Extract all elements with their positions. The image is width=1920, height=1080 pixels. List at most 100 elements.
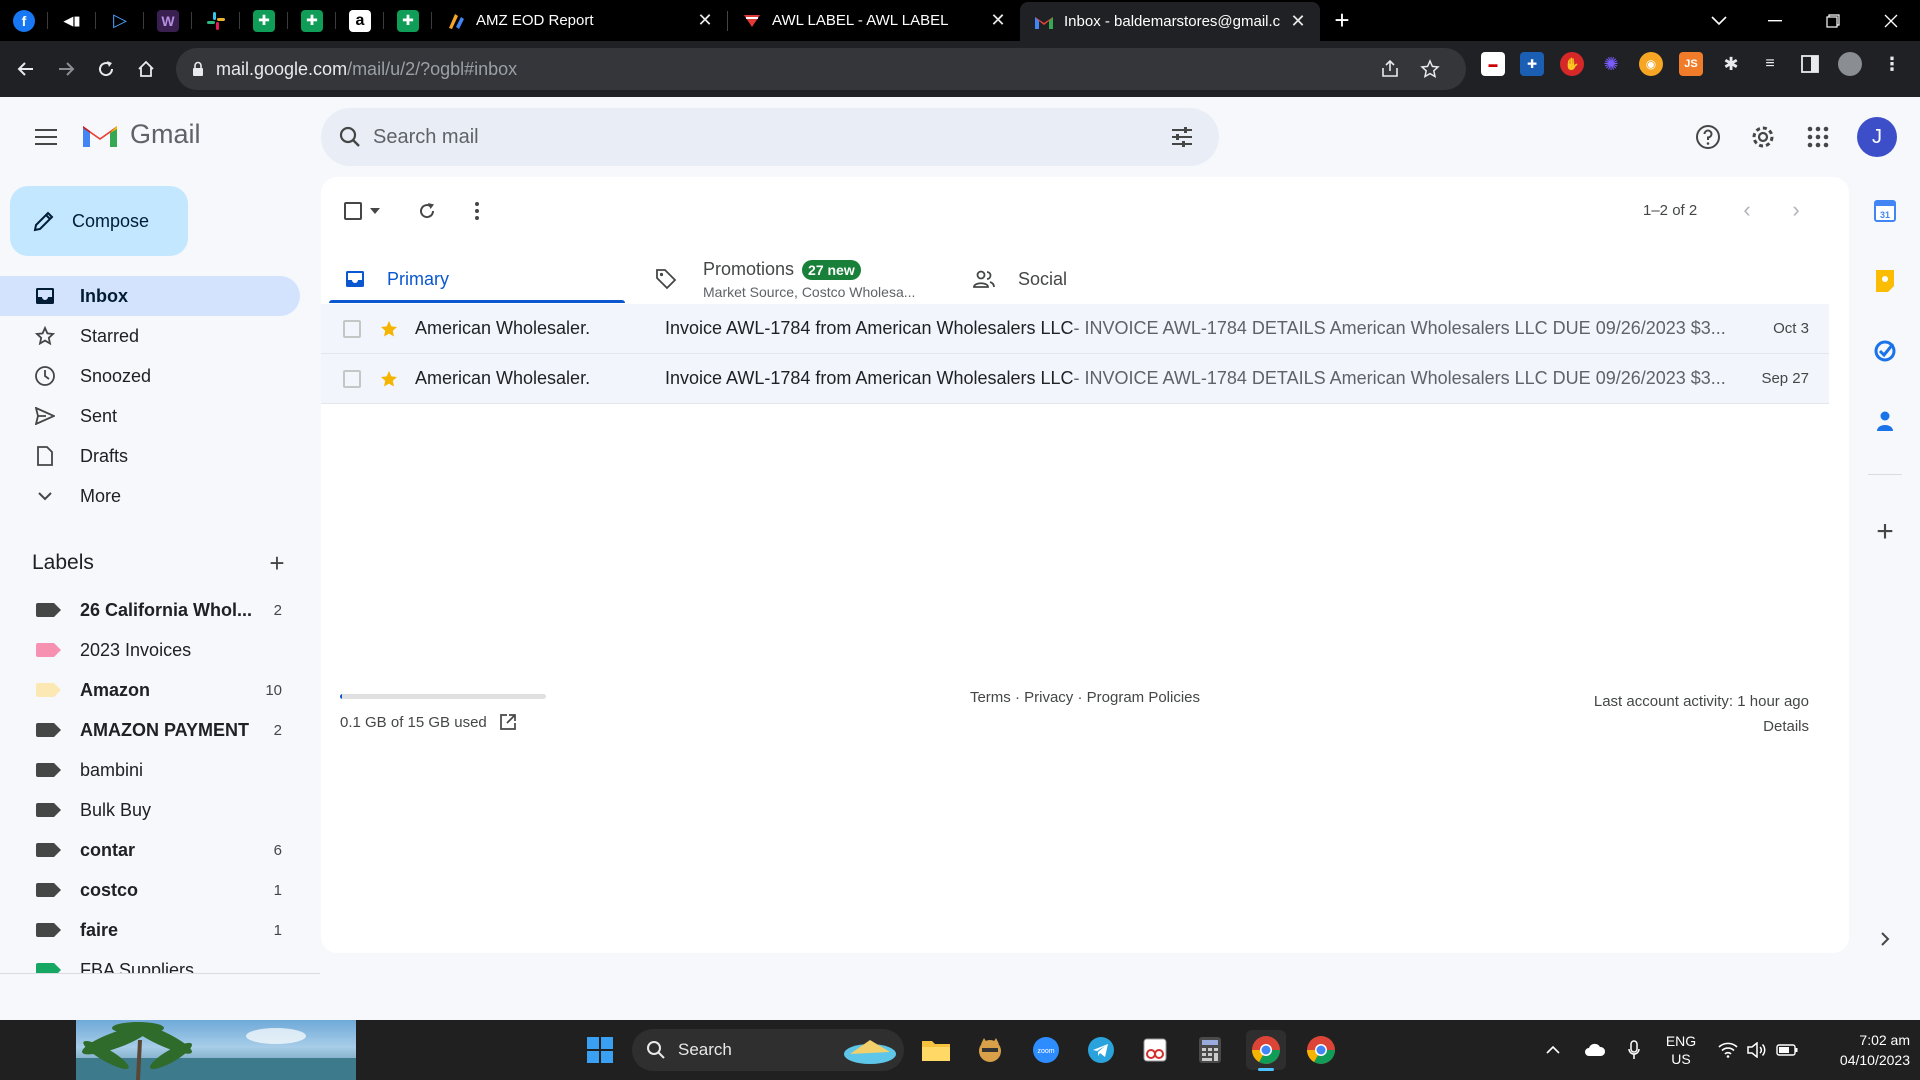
tab-gmail-inbox[interactable]: Inbox - baldemarstores@gmail.c ✕ [1020, 2, 1320, 41]
refresh-button[interactable] [407, 191, 447, 231]
home-button[interactable] [126, 49, 166, 89]
clock[interactable]: 7:02 am 04/10/2023 [1810, 1020, 1910, 1080]
label-item-amazon-payment[interactable]: AMAZON PAYMENT 2 [0, 710, 300, 750]
search-options-icon[interactable] [1153, 108, 1211, 166]
taskbar-chrome-2[interactable] [1301, 1030, 1341, 1070]
label-item-bambini[interactable]: bambini [0, 750, 300, 790]
label-item-faire[interactable]: faire 1 [0, 910, 300, 950]
extension-star-icon[interactable]: ✺ [1599, 52, 1623, 76]
media-queue-icon[interactable]: ≡ [1758, 52, 1782, 76]
forward-button[interactable] [46, 49, 86, 89]
nav-item-starred[interactable]: Starred [0, 316, 300, 356]
label-item-26-california[interactable]: 26 California Whol... 2 [0, 590, 300, 630]
pinned-tab-sheets-2[interactable]: ✚ [288, 0, 336, 41]
bookmark-star-icon[interactable] [1410, 48, 1450, 90]
battery-icon[interactable] [1773, 1020, 1801, 1080]
close-icon[interactable]: ✕ [1288, 11, 1308, 32]
extension-orange-icon[interactable]: ◉ [1639, 52, 1663, 76]
label-item-fba-suppliers[interactable]: FBA Suppliers [0, 950, 300, 973]
label-item-bulk-buy[interactable]: Bulk Buy [0, 790, 300, 830]
pinned-tab-sheets-3[interactable]: ✚ [384, 0, 432, 41]
label-item-costco[interactable]: costco 1 [0, 870, 300, 910]
extension-js-icon[interactable]: JS [1679, 52, 1703, 76]
volume-icon[interactable] [1743, 1020, 1771, 1080]
email-row[interactable]: American Wholesaler. Invoice AWL-1784 fr… [321, 304, 1829, 354]
microphone-icon[interactable] [1620, 1020, 1648, 1080]
label-item-contar[interactable]: contar 6 [0, 830, 300, 870]
older-page-chevron-left-icon[interactable]: ‹ [1732, 195, 1762, 225]
pinned-tab-facebook[interactable]: f [0, 0, 48, 41]
taskbar-search[interactable]: Search [632, 1029, 904, 1071]
address-bar[interactable]: mail.google.com/mail/u/2/?ogbl#inbox [176, 48, 1466, 90]
nav-item-more[interactable]: More [0, 476, 300, 516]
pinned-tab-play[interactable]: ▷ [96, 0, 144, 41]
more-actions-button[interactable] [457, 191, 497, 231]
add-label-button[interactable]: + [264, 548, 290, 579]
language-indicator[interactable]: ENG US [1660, 1020, 1702, 1080]
share-icon[interactable] [1370, 48, 1410, 90]
newer-page-chevron-right-icon[interactable]: › [1781, 195, 1811, 225]
wifi-icon[interactable] [1713, 1020, 1743, 1080]
extension-stop-icon[interactable]: ✋ [1560, 52, 1584, 76]
extensions-puzzle-icon[interactable]: ✱ [1719, 52, 1743, 76]
taskbar-app-cat[interactable] [970, 1030, 1010, 1070]
start-button[interactable] [580, 1030, 620, 1070]
select-all-checkbox[interactable] [337, 191, 387, 231]
label-item-2023-invoices[interactable]: 2023 Invoices [0, 630, 300, 670]
tasks-icon[interactable] [1870, 336, 1900, 366]
taskbar-zoom[interactable]: zoom [1026, 1030, 1066, 1070]
nav-item-sent[interactable]: Sent [0, 396, 300, 436]
tab-amz-eod-report[interactable]: AMZ EOD Report ✕ [432, 0, 727, 41]
minimize-button[interactable] [1746, 0, 1804, 41]
taskbar-chrome-active[interactable] [1246, 1030, 1286, 1071]
help-icon[interactable] [1686, 115, 1730, 159]
pinned-tab-sheets-1[interactable]: ✚ [240, 0, 288, 41]
star-icon[interactable] [377, 367, 401, 391]
nav-item-inbox[interactable]: Inbox [0, 276, 300, 316]
profile-avatar-icon[interactable] [1838, 52, 1862, 76]
main-menu-button[interactable] [24, 115, 68, 159]
calendar-icon[interactable]: 31 [1870, 196, 1900, 226]
keep-icon[interactable] [1870, 266, 1900, 296]
email-row[interactable]: American Wholesaler. Invoice AWL-1784 fr… [321, 354, 1829, 404]
back-button[interactable] [6, 49, 46, 89]
apps-grid-icon[interactable] [1796, 115, 1840, 159]
pinned-tab-w[interactable]: W [144, 0, 192, 41]
restore-button[interactable] [1804, 0, 1862, 41]
contacts-icon[interactable] [1870, 406, 1900, 436]
pinned-tab-amazon[interactable]: a [336, 0, 384, 41]
hide-side-panel-chevron-icon[interactable] [1870, 924, 1900, 954]
new-tab-button[interactable]: + [1320, 5, 1364, 36]
settings-gear-icon[interactable] [1741, 115, 1785, 159]
gmail-logo[interactable]: Gmail [80, 119, 201, 150]
nav-item-snoozed[interactable]: Snoozed [0, 356, 300, 396]
window-close-button[interactable] [1862, 0, 1920, 41]
pinned-tab-slack[interactable] [192, 0, 240, 41]
tab-search-chevron-icon[interactable] [1690, 0, 1748, 41]
onedrive-cloud-icon[interactable] [1580, 1020, 1610, 1080]
nav-item-drafts[interactable]: Drafts [0, 436, 300, 476]
search-bar[interactable]: Search mail [321, 108, 1219, 166]
account-avatar[interactable]: J [1857, 117, 1897, 157]
label-item-amazon[interactable]: Amazon 10 [0, 670, 300, 710]
star-icon[interactable] [377, 317, 401, 341]
search-input[interactable]: Search mail [373, 126, 1153, 149]
open-in-new-icon[interactable] [499, 713, 517, 731]
taskbar-calculator[interactable] [1190, 1030, 1230, 1070]
taskbar-snipping-tool[interactable] [1135, 1030, 1175, 1070]
tab-awl-label[interactable]: AWL LABEL - AWL LABEL ✕ [728, 0, 1020, 41]
compose-button[interactable]: Compose [10, 186, 188, 256]
reload-button[interactable] [86, 49, 126, 89]
get-addons-plus-icon[interactable]: + [1870, 515, 1900, 548]
search-icon[interactable] [321, 108, 379, 166]
close-icon[interactable]: ✕ [695, 10, 715, 31]
taskbar-telegram[interactable] [1081, 1030, 1121, 1070]
show-hidden-icons-chevron-up-icon[interactable] [1540, 1020, 1566, 1080]
row-checkbox[interactable] [343, 369, 361, 388]
activity-details-link[interactable]: Details [1594, 714, 1809, 739]
extension-blue-icon[interactable]: ✚ [1520, 52, 1544, 76]
pinned-tab-audio[interactable]: ◀▮ [48, 0, 96, 41]
taskbar-file-explorer[interactable] [916, 1030, 956, 1070]
chrome-menu-icon[interactable]: ⋮ [1880, 52, 1904, 76]
side-panel-icon[interactable] [1798, 52, 1822, 76]
